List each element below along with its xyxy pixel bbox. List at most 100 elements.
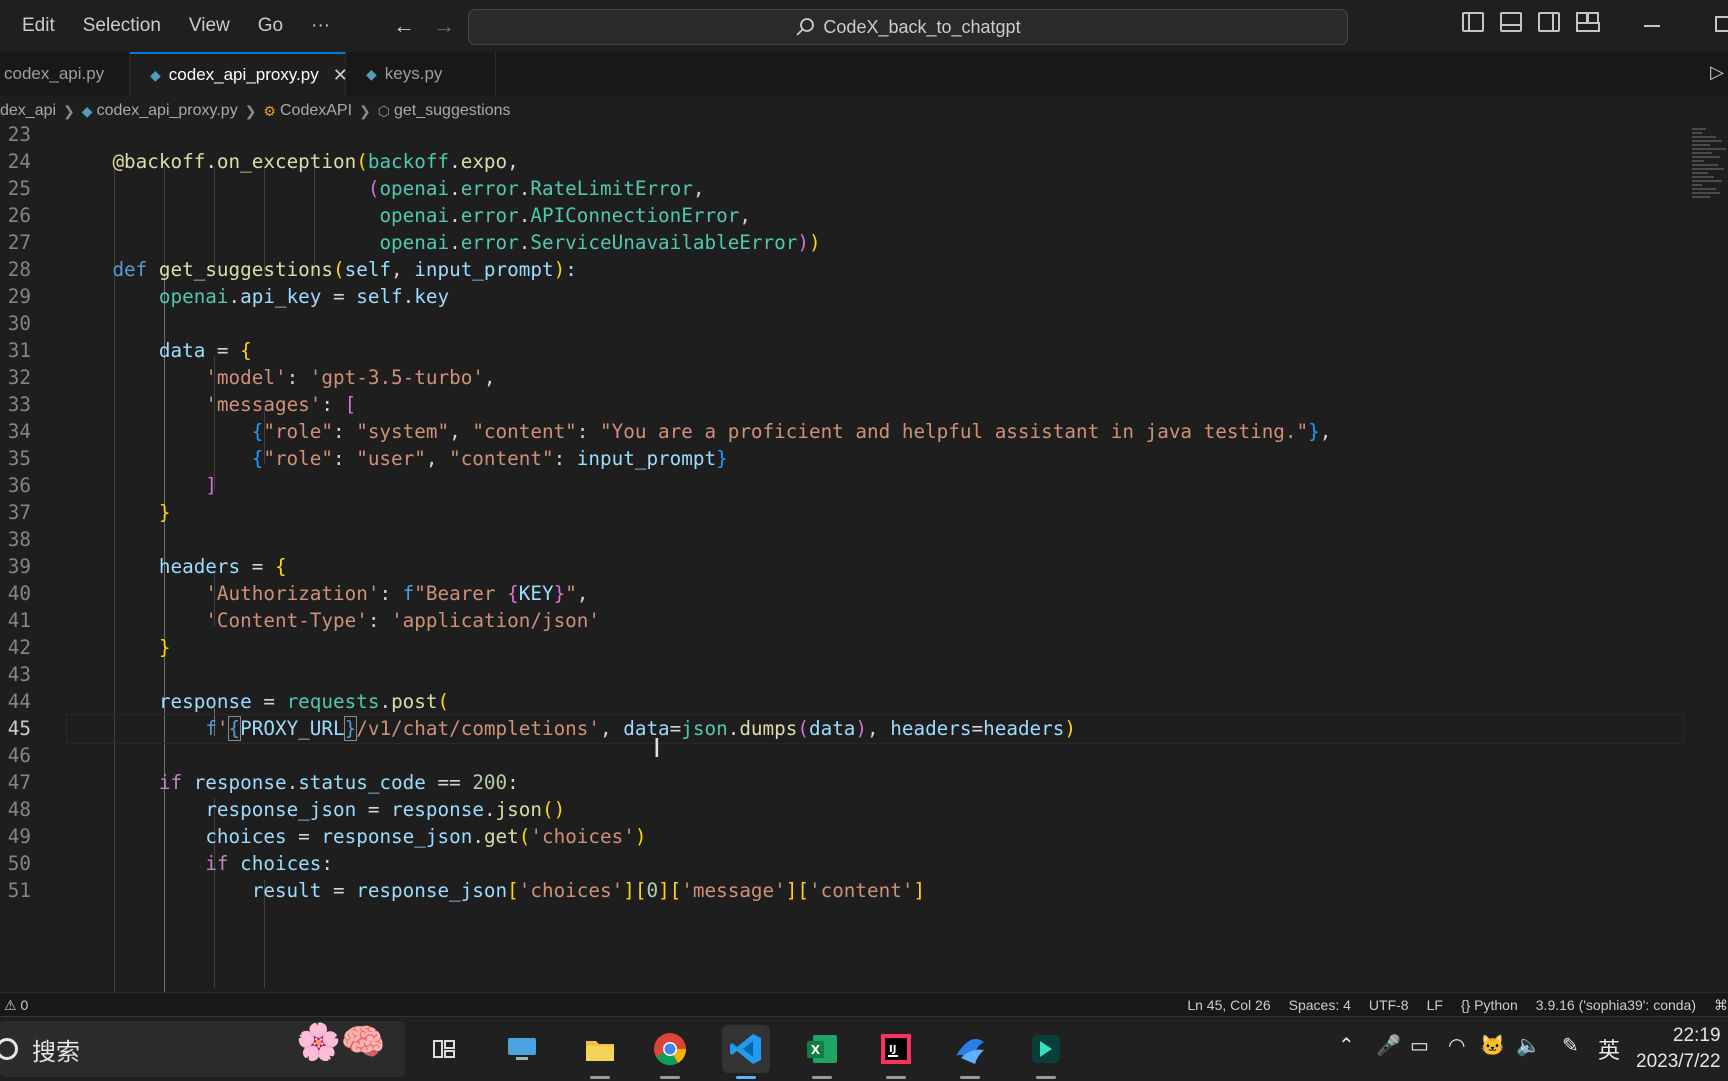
- end-of-line[interactable]: LF: [1427, 997, 1443, 1014]
- line-number: 28: [7, 258, 31, 281]
- search-icon: [0, 1038, 18, 1060]
- code-line: 30: [0, 309, 1690, 339]
- chrome-icon[interactable]: [646, 1025, 694, 1079]
- code-line: 44 response = requests.post(: [0, 687, 1690, 717]
- cursor-position[interactable]: Ln 45, Col 26: [1187, 997, 1270, 1014]
- python-file-icon: ◆: [150, 66, 161, 83]
- code-line: 37 }: [0, 498, 1690, 528]
- code-editor[interactable]: 23 24 @backoff.on_exception(backoff.expo…: [0, 126, 1728, 992]
- customize-layout-icon[interactable]: [1576, 12, 1600, 32]
- code-line: 28 def get_suggestions(self, input_promp…: [0, 255, 1690, 285]
- code-line: 42 }: [0, 633, 1690, 663]
- this-pc-icon[interactable]: [498, 1025, 546, 1073]
- chevron-right-icon: ❯: [244, 102, 257, 119]
- code-line: 33 'messages': [: [0, 390, 1690, 420]
- code-line: 25 (openai.error.RateLimitError,: [0, 174, 1690, 204]
- forward-arrow-icon[interactable]: →: [424, 13, 464, 39]
- menu-go[interactable]: Go: [244, 0, 297, 52]
- code-line: 36 ]: [0, 471, 1690, 501]
- chevron-right-icon: ❯: [359, 102, 371, 119]
- code-line: 47 if response.status_code == 200:: [0, 768, 1690, 798]
- code-line: 51 result = response_json['choices'][0][…: [0, 876, 1690, 906]
- system-clock[interactable]: 22:19 2023/7/22: [1636, 1023, 1721, 1075]
- back-arrow-icon[interactable]: ←: [384, 13, 424, 39]
- language-mode[interactable]: {} Python: [1461, 997, 1518, 1014]
- tab-codex-api[interactable]: codex_api.py: [0, 52, 130, 96]
- battery-icon[interactable]: ▭: [1410, 1033, 1429, 1058]
- line-number: 46: [7, 744, 31, 767]
- excel-icon[interactable]: X: [798, 1025, 846, 1079]
- menu-view[interactable]: View: [175, 0, 244, 52]
- chevron-right-icon: ❯: [63, 102, 75, 119]
- code-line: 40 'Authorization': f"Bearer {KEY}",: [0, 579, 1690, 609]
- taskbar-search-label: 搜索: [32, 1038, 80, 1066]
- python-file-icon: ◆: [366, 65, 377, 82]
- python-interpreter[interactable]: 3.9.16 ('sophia39': conda): [1536, 997, 1696, 1014]
- breadcrumb-method[interactable]: get_suggestions: [394, 102, 511, 120]
- cat-icon[interactable]: 🐱: [1480, 1033, 1505, 1058]
- tab-label: keys.py: [384, 64, 443, 83]
- intellij-icon[interactable]: IJ: [872, 1025, 920, 1079]
- line-number: 32: [7, 366, 31, 389]
- code-line: 24 @backoff.on_exception(backoff.expo,: [0, 147, 1690, 177]
- microphone-icon[interactable]: 🎤: [1376, 1033, 1401, 1058]
- breadcrumb-folder[interactable]: dex_api: [0, 102, 56, 120]
- file-explorer-icon[interactable]: [576, 1025, 624, 1079]
- line-number: 25: [7, 177, 31, 200]
- line-number: 37: [7, 501, 31, 524]
- breadcrumb-file[interactable]: codex_api_proxy.py: [97, 102, 238, 120]
- maximize-icon[interactable]: [1715, 16, 1728, 32]
- chevron-up-icon[interactable]: ⌃: [1338, 1033, 1355, 1058]
- line-number: 51: [7, 879, 31, 902]
- code-line: 35 {"role": "user", "content": input_pro…: [0, 444, 1690, 474]
- tab-label: codex_api.py: [4, 64, 105, 83]
- run-debug-icon[interactable]: ▷: [1710, 62, 1724, 83]
- line-number: 48: [7, 798, 31, 821]
- warning-icon: ⚠: [4, 997, 17, 1013]
- indentation[interactable]: Spaces: 4: [1289, 997, 1351, 1014]
- menu-edit[interactable]: Edit: [0, 0, 69, 52]
- wifi-icon[interactable]: ◠: [1448, 1033, 1465, 1058]
- filmora-icon[interactable]: [1022, 1025, 1070, 1079]
- minimap[interactable]: [1692, 126, 1728, 256]
- line-number: 29: [7, 285, 31, 308]
- svg-text:IJ: IJ: [889, 1044, 896, 1055]
- minimize-icon[interactable]: [1644, 25, 1660, 27]
- command-center[interactable]: CodeX_back_to_chatgpt: [468, 9, 1348, 45]
- tab-codex-api-proxy[interactable]: ◆ codex_api_proxy.py ✕: [130, 52, 348, 96]
- ime-indicator[interactable]: 英: [1598, 1033, 1620, 1065]
- line-number: 44: [7, 690, 31, 713]
- menu-more[interactable]: ···: [297, 0, 344, 52]
- task-view-icon[interactable]: [420, 1025, 468, 1073]
- code-line: 48 response_json = response.json(): [0, 795, 1690, 825]
- line-number: 27: [7, 231, 31, 254]
- line-number: 40: [7, 582, 31, 605]
- line-number: 26: [7, 204, 31, 227]
- line-number: 24: [7, 150, 31, 173]
- line-number: 36: [7, 474, 31, 497]
- windows-taskbar: 搜索 🌸🧠 X IJ ⌃ 🎤 ▭ ◠ 🐱 🔈 ✎ 英 22:19 2023/7/…: [0, 1016, 1728, 1081]
- app-icon[interactable]: [946, 1025, 994, 1079]
- vscode-icon[interactable]: [722, 1025, 770, 1079]
- volume-icon[interactable]: 🔈: [1516, 1033, 1541, 1058]
- braces-icon: {}: [1460, 997, 1471, 1013]
- code-line: 43: [0, 660, 1690, 690]
- code-line: 46: [0, 741, 1690, 771]
- menu-selection[interactable]: Selection: [69, 0, 175, 52]
- problems-indicator[interactable]: ⚠ 0: [4, 997, 28, 1014]
- line-number: 39: [7, 555, 31, 578]
- toggle-panel-icon[interactable]: [1500, 12, 1522, 32]
- toggle-primary-sidebar-icon[interactable]: [1462, 12, 1484, 32]
- notifications-icon[interactable]: ⌘: [1714, 997, 1728, 1014]
- line-number: 34: [7, 420, 31, 443]
- pen-icon[interactable]: ✎: [1562, 1033, 1579, 1058]
- line-number: 41: [7, 609, 31, 632]
- code-line: 41 'Content-Type': 'application/json': [0, 606, 1690, 636]
- line-number: 33: [7, 393, 31, 416]
- line-number: 31: [7, 339, 31, 362]
- breadcrumb-class[interactable]: CodexAPI: [280, 102, 352, 120]
- tab-keys[interactable]: ◆ keys.py: [346, 52, 496, 96]
- encoding[interactable]: UTF-8: [1369, 997, 1409, 1014]
- toggle-secondary-sidebar-icon[interactable]: [1538, 12, 1560, 32]
- line-number: 42: [7, 636, 31, 659]
